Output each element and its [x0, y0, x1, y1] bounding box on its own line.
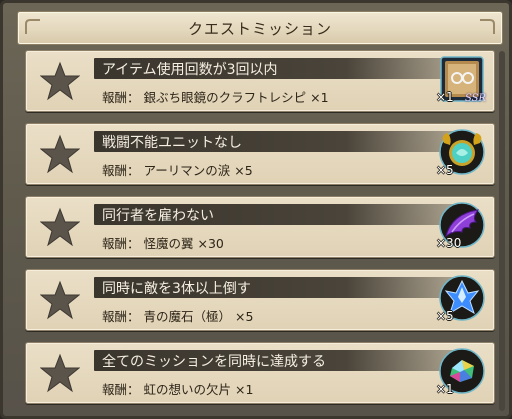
item-quantity: ×1 [436, 382, 454, 396]
mission-card: アイテム使用回数が3回以内 報酬： 銀ぶち眼鏡のクラフトレシピ ×1 ×1 SSR [25, 50, 495, 112]
reward-item[interactable]: ×5 [436, 121, 488, 179]
reward-label: 報酬： [102, 163, 140, 178]
mission-name: 同行者を雇わない [102, 208, 214, 224]
reward-label: 報酬： [102, 236, 140, 251]
mission-name: アイテム使用回数が3回以内 [102, 62, 278, 78]
quest-mission-panel: クエストミッション アイテム使用回数が3回以内 報酬： 銀ぶち眼鏡のクラフトレシピ… [0, 0, 512, 419]
item-quantity: ×30 [436, 236, 462, 250]
mission-reward: 報酬： 虹の想いの欠片 ×1 [102, 379, 253, 398]
panel-header: クエストミッション [17, 11, 503, 45]
reward-text: 青の魔石（極） ×5 [143, 309, 254, 324]
reward-item[interactable]: ×5 [436, 267, 488, 325]
mission-reward: 報酬： 銀ぶち眼鏡のクラフトレシピ ×1 [102, 87, 329, 106]
reward-text: 銀ぶち眼鏡のクラフトレシピ ×1 [143, 90, 329, 105]
reward-text: 怪魔の翼 ×30 [143, 236, 224, 251]
panel-title: クエストミッション [187, 20, 332, 38]
mission-name: 同時に敵を3体以上倒す [102, 281, 251, 297]
scrollbar[interactable] [499, 51, 505, 411]
item-quantity: ×1 [436, 90, 454, 104]
reward-item[interactable]: ×1 [436, 340, 488, 398]
reward-text: アーリマンの涙 ×5 [143, 163, 253, 178]
star-icon [40, 61, 80, 101]
mission-card: 戦闘不能ユニットなし 報酬： アーリマンの涙 ×5 ×5 [25, 123, 495, 185]
mission-reward: 報酬： 青の魔石（極） ×5 [102, 306, 253, 325]
reward-label: 報酬： [102, 382, 140, 397]
reward-item[interactable]: ×1 SSR [436, 48, 488, 106]
mission-reward: 報酬： アーリマンの涙 ×5 [102, 160, 253, 179]
reward-label: 報酬： [102, 90, 140, 105]
star-icon [40, 353, 80, 393]
reward-text: 虹の想いの欠片 ×1 [143, 382, 254, 397]
mission-reward: 報酬： 怪魔の翼 ×30 [102, 233, 224, 252]
reward-item[interactable]: ×30 [436, 194, 488, 252]
star-icon [40, 134, 80, 174]
mission-card: 同時に敵を3体以上倒す 報酬： 青の魔石（極） ×5 ×5 [25, 269, 495, 331]
ornament-icon [480, 19, 495, 34]
mission-card: 全てのミッションを同時に達成する 報酬： 虹の想いの欠片 ×1 ×1 [25, 342, 495, 404]
reward-label: 報酬： [102, 309, 140, 324]
mission-card: 同行者を雇わない 報酬： 怪魔の翼 ×30 ×30 [25, 196, 495, 258]
item-quantity: ×5 [436, 309, 454, 323]
mission-name: 戦闘不能ユニットなし [102, 135, 242, 151]
mission-name: 全てのミッションを同時に達成する [102, 354, 326, 370]
item-quantity: ×5 [436, 163, 454, 177]
rarity-badge: SSR [464, 93, 486, 104]
star-icon [40, 280, 80, 320]
star-icon [40, 207, 80, 247]
